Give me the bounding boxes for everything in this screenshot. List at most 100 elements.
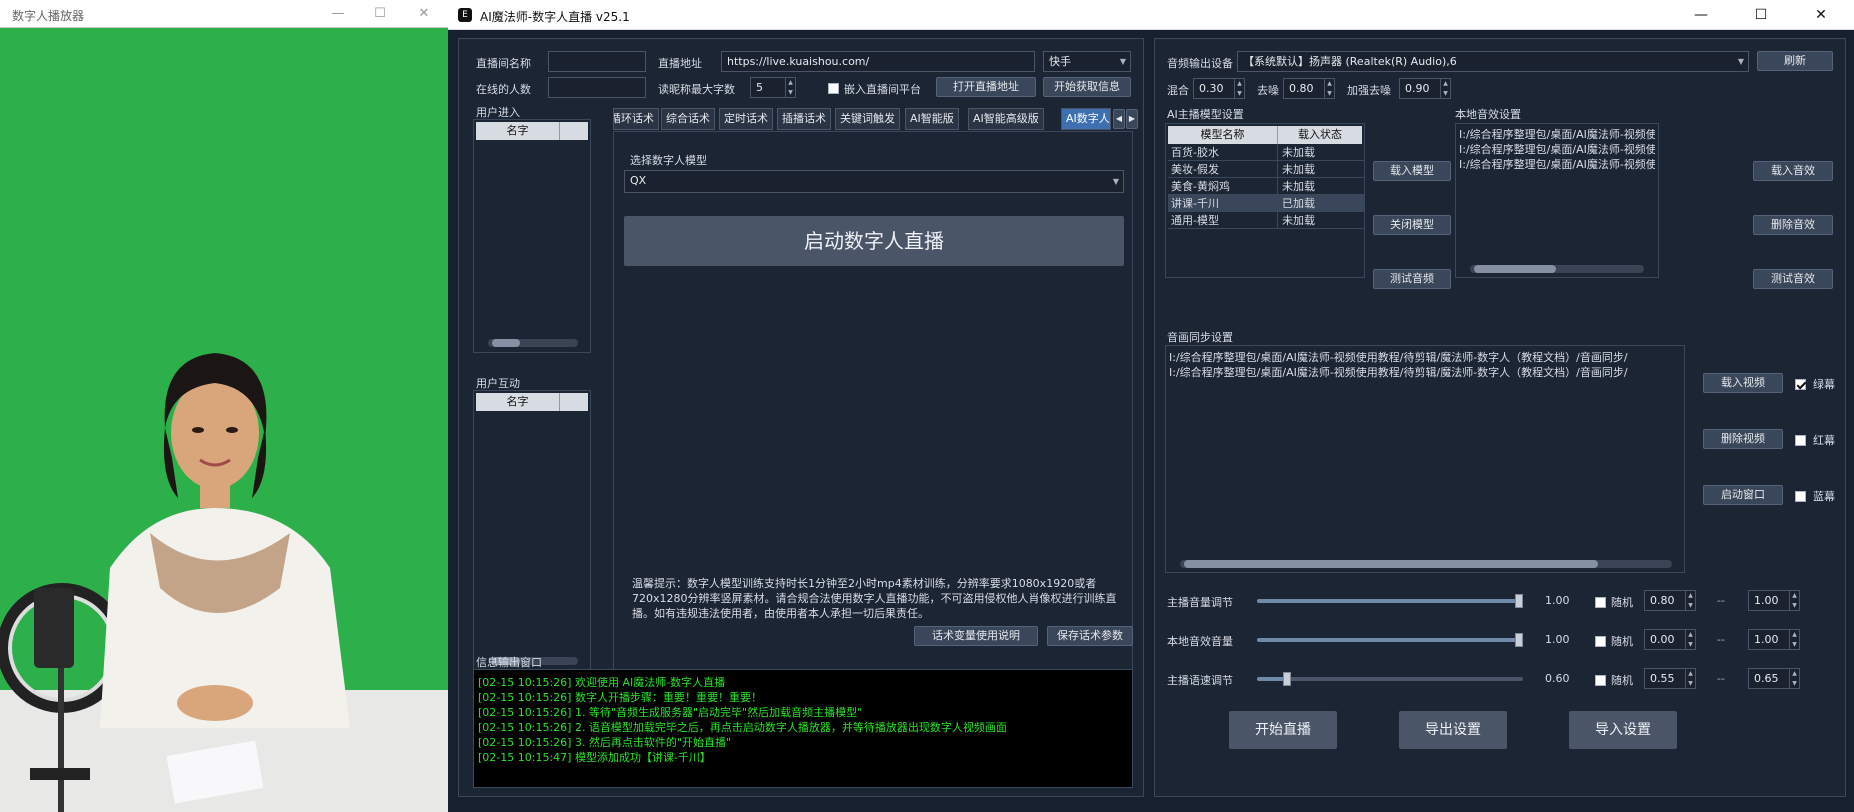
close-icon[interactable]: ✕ bbox=[1798, 0, 1844, 30]
random-min-value: 0.55 bbox=[1650, 672, 1675, 685]
random-max-spinner[interactable]: 0.65 ▲ ▼ bbox=[1748, 668, 1800, 689]
tab-ai[interactable]: AI智能版 bbox=[905, 108, 959, 130]
denoise-spinner[interactable]: 0.80 ▲ ▼ bbox=[1283, 78, 1335, 99]
random-max-value: 0.65 bbox=[1754, 672, 1779, 685]
av-sync-list[interactable]: I:/综合程序整理包/桌面/AI魔法师-视频使用教程/待剪辑/魔法师-数字人（教… bbox=[1165, 345, 1685, 573]
tab-insert[interactable]: 插播话术 bbox=[777, 108, 831, 130]
random-checkbox[interactable] bbox=[1595, 634, 1606, 647]
log-window[interactable]: [02-15 10:15:26] 欢迎使用 AI魔法师-数字人直播 [02-15… bbox=[473, 669, 1133, 788]
scrollbar[interactable] bbox=[1470, 265, 1644, 273]
local-fx-list[interactable]: I:/综合程序整理包/桌面/AI魔法师-视频使用 I:/综合程序整理包/桌面/A… bbox=[1455, 123, 1659, 278]
slider-fill bbox=[1257, 677, 1284, 681]
user-interact-list[interactable]: 名字 bbox=[473, 390, 591, 672]
tab-loop[interactable]: 循环话术 bbox=[613, 108, 659, 130]
test-audio-button[interactable]: 测试音频 bbox=[1373, 269, 1451, 289]
random-max-value: 1.00 bbox=[1754, 594, 1779, 607]
table-row[interactable]: 讲课-千川 已加载 bbox=[1168, 195, 1364, 212]
table-row[interactable]: 通用-模型 未加载 bbox=[1168, 212, 1364, 229]
maximize-icon[interactable]: ☐ bbox=[360, 0, 400, 28]
user-enter-list[interactable]: 名字 bbox=[473, 119, 591, 353]
spinner-arrows-icon[interactable]: ▲ ▼ bbox=[1324, 79, 1334, 98]
start-live-button[interactable]: 开始直播 bbox=[1229, 711, 1337, 749]
maximize-icon[interactable]: ☐ bbox=[1738, 0, 1784, 30]
random-max-spinner[interactable]: 1.00 ▲ ▼ bbox=[1748, 629, 1800, 650]
spinner-arrows-icon[interactable]: ▲ ▼ bbox=[1440, 79, 1450, 98]
script-vars-button[interactable]: 话术变量使用说明 bbox=[914, 626, 1038, 646]
scrollbar[interactable] bbox=[1180, 560, 1672, 568]
random-checkbox[interactable] bbox=[1595, 595, 1606, 608]
spinner-arrows-icon[interactable]: ▲ ▼ bbox=[1234, 79, 1244, 98]
random-min-spinner[interactable]: 0.55 ▲ ▼ bbox=[1644, 668, 1696, 689]
spinner-arrows-icon[interactable]: ▲ ▼ bbox=[785, 78, 795, 97]
nick-max-spinner[interactable]: 5 ▲ ▼ bbox=[750, 77, 796, 98]
col-model-name: 模型名称 bbox=[1168, 126, 1278, 144]
speech-speed-slider[interactable] bbox=[1257, 672, 1523, 686]
embed-checkbox[interactable] bbox=[828, 81, 839, 94]
table-row[interactable]: 百货-胶水 未加载 bbox=[1168, 144, 1364, 161]
load-model-button[interactable]: 载入模型 bbox=[1373, 161, 1451, 181]
random-min-spinner[interactable]: 0.00 ▲ ▼ bbox=[1644, 629, 1696, 650]
random-checkbox[interactable] bbox=[1595, 673, 1606, 686]
delete-fx-button[interactable]: 删除音效 bbox=[1753, 215, 1833, 235]
spinner-arrows-icon[interactable]: ▲ ▼ bbox=[1685, 591, 1695, 610]
blue-screen-checkbox[interactable] bbox=[1795, 489, 1806, 502]
export-settings-button[interactable]: 导出设置 bbox=[1399, 711, 1507, 749]
spinner-arrows-icon[interactable]: ▲ ▼ bbox=[1789, 630, 1799, 649]
slider-handle[interactable] bbox=[1515, 633, 1523, 647]
scrollbar[interactable] bbox=[488, 339, 578, 347]
mix-spinner[interactable]: 0.30 ▲ ▼ bbox=[1193, 78, 1245, 99]
tab-prev-icon[interactable]: ◀ bbox=[1113, 109, 1125, 129]
room-name-input[interactable] bbox=[548, 51, 646, 72]
test-fx-button[interactable]: 测试音效 bbox=[1753, 269, 1833, 289]
list-item[interactable]: I:/综合程序整理包/桌面/AI魔法师-视频使用 bbox=[1459, 127, 1655, 142]
tab-keyword[interactable]: 关键词触发 bbox=[835, 108, 900, 130]
spinner-arrows-icon[interactable]: ▲ ▼ bbox=[1789, 669, 1799, 688]
green-screen-checkbox[interactable] bbox=[1795, 377, 1806, 390]
anchor-volume-slider[interactable] bbox=[1257, 594, 1523, 608]
table-row[interactable]: 美妆-假发 未加载 bbox=[1168, 161, 1364, 178]
close-icon[interactable]: ✕ bbox=[404, 0, 444, 28]
minimize-icon[interactable]: — bbox=[1678, 0, 1724, 30]
delete-video-button[interactable]: 删除视频 bbox=[1703, 429, 1783, 449]
minimize-icon[interactable]: — bbox=[318, 0, 358, 28]
online-input[interactable] bbox=[548, 77, 646, 98]
slider-handle[interactable] bbox=[1515, 594, 1523, 608]
save-script-button[interactable]: 保存话术参数 bbox=[1047, 626, 1133, 646]
close-model-button[interactable]: 关闭模型 bbox=[1373, 215, 1451, 235]
model-select[interactable]: QX ▼ bbox=[624, 170, 1124, 193]
list-item[interactable]: I:/综合程序整理包/桌面/AI魔法师-视频使用 bbox=[1459, 142, 1655, 157]
platform-select[interactable]: 快手 ▼ bbox=[1043, 51, 1131, 72]
tab-general[interactable]: 综合话术 bbox=[661, 108, 715, 130]
refresh-button[interactable]: 刷新 bbox=[1757, 51, 1833, 71]
table-row[interactable]: 美食-黄焖鸡 未加载 bbox=[1168, 178, 1364, 195]
slider-handle[interactable] bbox=[1282, 672, 1291, 686]
load-fx-button[interactable]: 载入音效 bbox=[1753, 161, 1833, 181]
list-item[interactable]: I:/综合程序整理包/桌面/AI魔法师-视频使用 bbox=[1459, 157, 1655, 172]
import-settings-button[interactable]: 导入设置 bbox=[1569, 711, 1677, 749]
list-item[interactable]: I:/综合程序整理包/桌面/AI魔法师-视频使用教程/待剪辑/魔法师-数字人（教… bbox=[1169, 350, 1681, 365]
spinner-arrows-icon[interactable]: ▲ ▼ bbox=[1789, 591, 1799, 610]
red-screen-checkbox[interactable] bbox=[1795, 433, 1806, 446]
log-line: [02-15 10:15:26] 欢迎使用 AI魔法师-数字人直播 bbox=[478, 676, 726, 689]
random-min-spinner[interactable]: 0.80 ▲ ▼ bbox=[1644, 590, 1696, 611]
list-item[interactable]: I:/综合程序整理包/桌面/AI魔法师-视频使用教程/待剪辑/魔法师-数字人（教… bbox=[1169, 365, 1681, 380]
start-window-button[interactable]: 启动窗口 bbox=[1703, 485, 1783, 505]
load-video-button[interactable]: 载入视频 bbox=[1703, 373, 1783, 393]
start-digital-human-button[interactable]: 启动数字人直播 bbox=[624, 216, 1124, 266]
phone bbox=[34, 588, 74, 668]
spinner-arrows-icon[interactable]: ▲ ▼ bbox=[1685, 669, 1695, 688]
fetch-info-button[interactable]: 开始获取信息 bbox=[1043, 77, 1131, 97]
tab-next-icon[interactable]: ▶ bbox=[1126, 109, 1138, 129]
av-sync-label: 音画同步设置 bbox=[1167, 331, 1233, 344]
model-select-label: 选择数字人模型 bbox=[630, 154, 707, 167]
random-max-spinner[interactable]: 1.00 ▲ ▼ bbox=[1748, 590, 1800, 611]
tab-digital-human[interactable]: AI数字人 bbox=[1061, 108, 1111, 130]
fx-volume-slider[interactable] bbox=[1257, 633, 1523, 647]
spinner-arrows-icon[interactable]: ▲ ▼ bbox=[1685, 630, 1695, 649]
open-address-button[interactable]: 打开直播地址 bbox=[936, 77, 1036, 97]
tab-ai-advanced[interactable]: AI智能高级版 bbox=[968, 108, 1044, 130]
address-input[interactable]: https://live.kuaishou.com/ bbox=[721, 51, 1035, 72]
audio-device-select[interactable]: 【系统默认】扬声器 (Realtek(R) Audio),6 ▼ bbox=[1237, 51, 1749, 72]
tab-timed[interactable]: 定时话术 bbox=[719, 108, 773, 130]
enhance-denoise-spinner[interactable]: 0.90 ▲ ▼ bbox=[1399, 78, 1451, 99]
